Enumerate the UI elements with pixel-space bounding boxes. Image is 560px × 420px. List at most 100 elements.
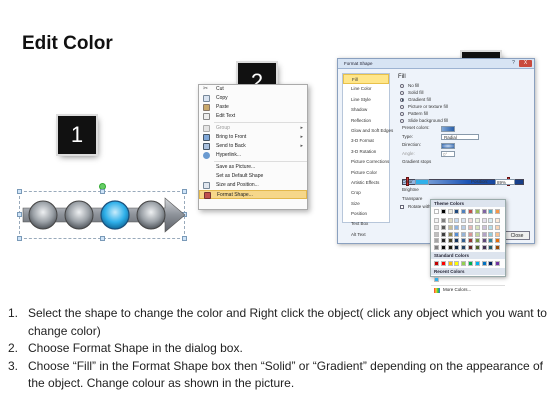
color-swatch[interactable] <box>447 209 453 214</box>
color-swatch[interactable] <box>467 245 473 251</box>
color-swatch[interactable] <box>454 245 460 251</box>
menu-item-send-to-back[interactable]: Send to Back ▸ <box>199 142 307 151</box>
color-dropdown[interactable] <box>415 179 429 185</box>
category-glow[interactable]: Glow and Soft Edges <box>343 126 393 136</box>
color-swatch[interactable] <box>461 261 467 267</box>
color-swatch[interactable] <box>495 218 501 223</box>
color-swatch[interactable] <box>481 245 487 251</box>
color-swatch[interactable] <box>454 218 460 223</box>
help-icon[interactable]: ? <box>510 60 517 67</box>
color-swatch[interactable] <box>495 231 501 237</box>
radio-button[interactable] <box>400 111 404 116</box>
more-colors-button[interactable]: More Colors... <box>431 285 505 293</box>
menu-item-copy[interactable]: Copy <box>199 94 307 103</box>
menu-item-set-default-shape[interactable]: Set as Default Shape <box>199 172 307 181</box>
menu-item-group[interactable]: Group ▸ <box>199 124 307 133</box>
color-swatch[interactable] <box>495 261 501 267</box>
preset-colors-dropdown[interactable] <box>441 125 455 132</box>
color-swatch[interactable] <box>481 209 487 214</box>
color-swatch[interactable] <box>434 209 439 214</box>
color-swatch[interactable] <box>461 245 467 251</box>
color-swatch[interactable] <box>454 224 460 230</box>
radio-picture-fill[interactable]: Picture or texture fill <box>395 103 532 110</box>
radio-button[interactable] <box>400 83 404 88</box>
menu-item-bring-to-front[interactable]: Bring to Front ▸ <box>199 133 307 142</box>
radio-button-selected[interactable] <box>400 97 404 102</box>
category-line-style[interactable]: Line Style <box>343 95 389 105</box>
color-swatch[interactable] <box>454 209 460 214</box>
color-swatch[interactable] <box>488 218 494 223</box>
color-swatch[interactable] <box>461 209 467 214</box>
color-swatch[interactable] <box>454 231 460 237</box>
color-swatch[interactable] <box>467 231 473 237</box>
color-swatch[interactable] <box>447 238 453 244</box>
color-swatch[interactable] <box>474 245 480 251</box>
color-swatch[interactable] <box>495 209 501 214</box>
category-crop[interactable]: Crop <box>343 188 389 198</box>
color-swatch[interactable] <box>467 218 473 223</box>
menu-item-edit-text[interactable]: Edit Text <box>199 112 307 121</box>
radio-button[interactable] <box>400 104 404 109</box>
category-text-box[interactable]: Text Box <box>343 219 389 229</box>
color-swatch[interactable] <box>495 224 501 230</box>
color-swatch[interactable] <box>447 224 453 230</box>
color-swatch[interactable] <box>474 224 480 230</box>
color-swatch[interactable] <box>481 218 487 223</box>
color-swatch[interactable] <box>440 261 446 267</box>
color-swatch[interactable] <box>488 238 494 244</box>
close-icon[interactable]: X <box>519 60 532 67</box>
category-fill[interactable]: Fill <box>343 74 389 85</box>
color-swatch[interactable] <box>488 231 494 237</box>
color-swatch[interactable] <box>440 224 446 230</box>
category-reflection[interactable]: Reflection <box>343 116 389 126</box>
color-swatch[interactable] <box>461 224 467 230</box>
angle-input[interactable]: 0° <box>441 151 455 157</box>
color-swatch[interactable] <box>447 218 453 223</box>
category-line-color[interactable]: Line Color <box>343 84 389 94</box>
category-3d-format[interactable]: 3-D Format <box>343 136 389 146</box>
color-swatch[interactable] <box>474 238 480 244</box>
color-swatch[interactable] <box>481 231 487 237</box>
color-swatch[interactable] <box>474 209 480 214</box>
color-swatch[interactable] <box>495 245 501 251</box>
color-swatch[interactable] <box>440 209 446 214</box>
color-swatch[interactable] <box>467 238 473 244</box>
radio-slide-background-fill[interactable]: Slide background fill <box>395 117 532 124</box>
category-shadow[interactable]: Shadow <box>343 105 389 115</box>
category-picture-color[interactable]: Picture Color <box>343 168 389 178</box>
direction-dropdown[interactable] <box>441 142 455 149</box>
color-swatch[interactable] <box>440 245 446 251</box>
color-swatch[interactable] <box>434 245 439 251</box>
color-swatch[interactable] <box>440 238 446 244</box>
color-swatch[interactable] <box>474 218 480 223</box>
color-swatch[interactable] <box>434 218 439 223</box>
color-swatch[interactable] <box>488 245 494 251</box>
color-swatch[interactable] <box>447 261 453 267</box>
category-alt-text[interactable]: Alt Text <box>343 230 389 240</box>
color-swatch[interactable] <box>461 218 467 223</box>
color-swatch[interactable] <box>434 261 439 267</box>
radio-solid-fill[interactable]: Solid fill <box>395 89 532 96</box>
menu-item-cut[interactable]: ✂ Cut <box>199 85 307 94</box>
radio-pattern-fill[interactable]: Pattern fill <box>395 110 532 117</box>
category-picture-corrections[interactable]: Picture Corrections <box>343 157 389 167</box>
color-swatch[interactable] <box>454 238 460 244</box>
radio-gradient-fill[interactable]: Gradient fill <box>395 96 532 103</box>
color-swatch[interactable] <box>481 261 487 267</box>
color-swatch[interactable] <box>488 209 494 214</box>
color-swatch[interactable] <box>481 224 487 230</box>
category-3d-rotation[interactable]: 3-D Rotation <box>343 147 389 157</box>
color-swatch[interactable] <box>447 245 453 251</box>
category-size[interactable]: Size <box>343 199 389 209</box>
rotate-with-shape-checkbox[interactable] <box>400 204 404 209</box>
color-swatch[interactable] <box>488 224 494 230</box>
radio-button[interactable] <box>400 118 404 123</box>
color-swatch[interactable] <box>481 238 487 244</box>
menu-item-save-as-picture[interactable]: Save as Picture... <box>199 163 307 172</box>
color-swatch[interactable] <box>454 261 460 267</box>
color-swatch[interactable] <box>474 261 480 267</box>
color-swatch[interactable] <box>495 238 501 244</box>
radio-button[interactable] <box>400 90 404 95</box>
color-swatch[interactable] <box>467 209 473 214</box>
menu-item-paste[interactable]: Paste <box>199 103 307 112</box>
